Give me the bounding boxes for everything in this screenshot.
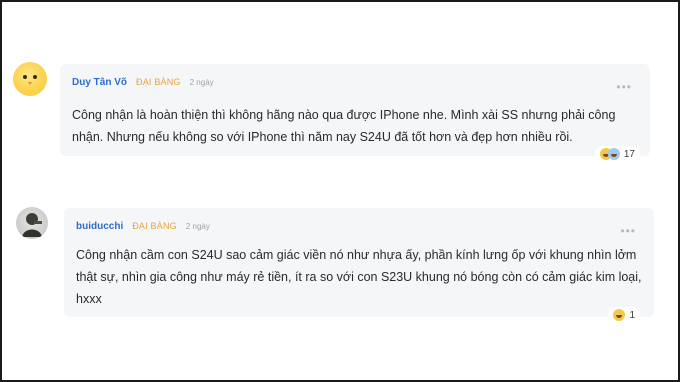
laugh-cry-emoji-icon — [599, 148, 620, 160]
timestamp: 2 ngày — [185, 222, 210, 231]
reaction-count: 1 — [629, 309, 635, 321]
reaction-count: 17 — [623, 148, 635, 160]
author-name[interactable]: buiducchi — [76, 221, 123, 232]
more-options-icon[interactable]: ••• — [616, 81, 632, 93]
screenshot-frame — [0, 0, 680, 382]
avatar[interactable] — [16, 207, 48, 239]
avatar[interactable] — [13, 62, 47, 96]
laugh-emoji-icon — [613, 309, 626, 321]
comment-text: Công nhận cầm con S24U sao cảm giác viền… — [76, 248, 642, 306]
comment-bubble: Duy Tân Võ ĐẠI BÀNG 2 ngày ••• Công nhận… — [60, 64, 650, 162]
rank-badge: ĐẠI BÀNG — [132, 221, 177, 231]
reaction-button[interactable]: 17 — [594, 146, 640, 162]
more-options-icon[interactable]: ••• — [620, 225, 636, 237]
author-name[interactable]: Duy Tân Võ — [72, 77, 127, 88]
comment-text: Công nhận là hoàn thiện thì không hãng n… — [72, 108, 616, 144]
rank-badge: ĐẠI BÀNG — [136, 77, 181, 87]
comment-bubble: buiducchi ĐẠI BÀNG 2 ngày ••• Công nhận … — [64, 208, 654, 323]
reaction-button[interactable]: 1 — [608, 307, 640, 323]
timestamp: 2 ngày — [189, 78, 214, 87]
comment-header: Duy Tân Võ ĐẠI BÀNG 2 ngày — [72, 77, 214, 88]
comment-header: buiducchi ĐẠI BÀNG 2 ngày — [76, 221, 210, 232]
